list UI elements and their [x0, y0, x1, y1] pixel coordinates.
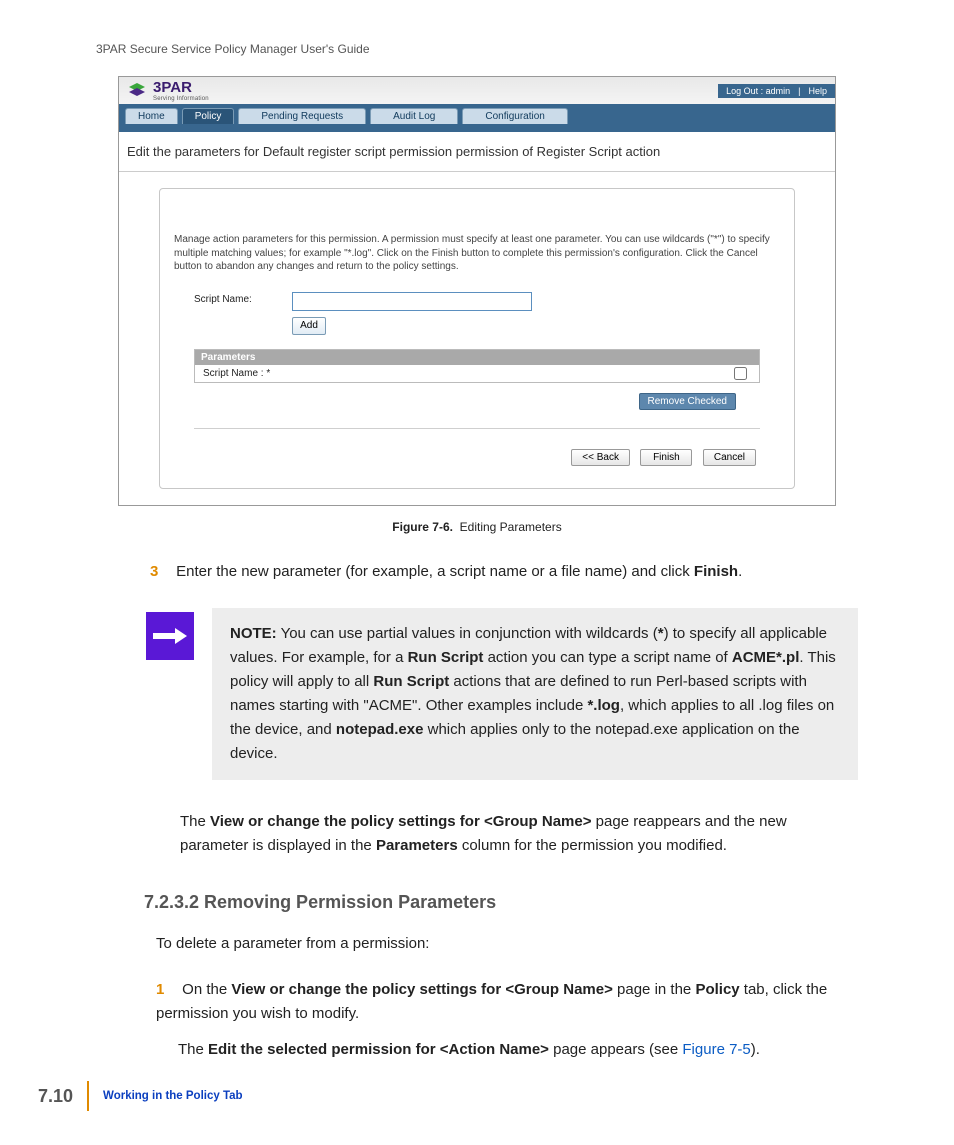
page-number: 7.10: [38, 1086, 73, 1107]
tab-bar: Home Policy Pending Requests Audit Log C…: [119, 104, 835, 124]
finish-button[interactable]: Finish: [640, 449, 692, 466]
tab-policy[interactable]: Policy: [182, 108, 235, 124]
parameters-table: Parameters Script Name : *: [194, 349, 760, 383]
tab-configuration[interactable]: Configuration: [462, 108, 567, 124]
param-value: Script Name : *: [203, 368, 270, 379]
script-name-label: Script Name:: [194, 292, 264, 305]
app-logo: 3PAR Serving Information: [119, 79, 209, 103]
logo-text: 3PAR: [153, 79, 209, 96]
logo-icon: [125, 79, 149, 103]
help-link[interactable]: Help: [808, 86, 827, 96]
step-1: 1 On the View or change the policy setti…: [156, 978, 858, 1062]
remove-checked-button[interactable]: Remove Checked: [639, 393, 736, 410]
user-bar: Log Out : admin | Help: [718, 84, 835, 98]
figure-caption: Figure 7-6. Editing Parameters: [96, 520, 858, 534]
section-heading: 7.2.3.2 Removing Permission Parameters: [144, 888, 858, 917]
figure-link[interactable]: Figure 7-5: [682, 1041, 750, 1058]
edit-heading: Edit the parameters for Default register…: [119, 132, 835, 172]
page-footer: 7.10 Working in the Policy Tab: [38, 1081, 243, 1111]
param-checkbox[interactable]: [734, 367, 747, 380]
section-intro: To delete a parameter from a permission:: [156, 932, 858, 956]
panel-description: Manage action parameters for this permis…: [174, 233, 780, 274]
logout-link[interactable]: Log Out : admin: [726, 86, 790, 96]
note-box: NOTE: You can use partial values in conj…: [212, 608, 858, 780]
app-screenshot: 3PAR Serving Information Log Out : admin…: [118, 76, 836, 506]
footer-title: Working in the Policy Tab: [103, 1090, 243, 1102]
cancel-button[interactable]: Cancel: [703, 449, 756, 466]
logo-tagline: Serving Information: [153, 96, 209, 102]
tab-audit-log[interactable]: Audit Log: [370, 108, 458, 124]
running-header: 3PAR Secure Service Policy Manager User'…: [96, 42, 858, 56]
back-button[interactable]: << Back: [571, 449, 630, 466]
follow-paragraph: The View or change the policy settings f…: [180, 810, 858, 858]
tab-home[interactable]: Home: [125, 108, 178, 124]
parameters-header: Parameters: [195, 350, 759, 365]
tab-pending-requests[interactable]: Pending Requests: [238, 108, 366, 124]
footer-divider: [87, 1081, 89, 1111]
table-row: Script Name : *: [195, 365, 759, 382]
script-name-input[interactable]: [292, 292, 532, 311]
add-button[interactable]: Add: [292, 317, 326, 335]
note-arrow-icon: [146, 612, 194, 660]
step-3: 3 Enter the new parameter (for example, …: [150, 560, 858, 584]
